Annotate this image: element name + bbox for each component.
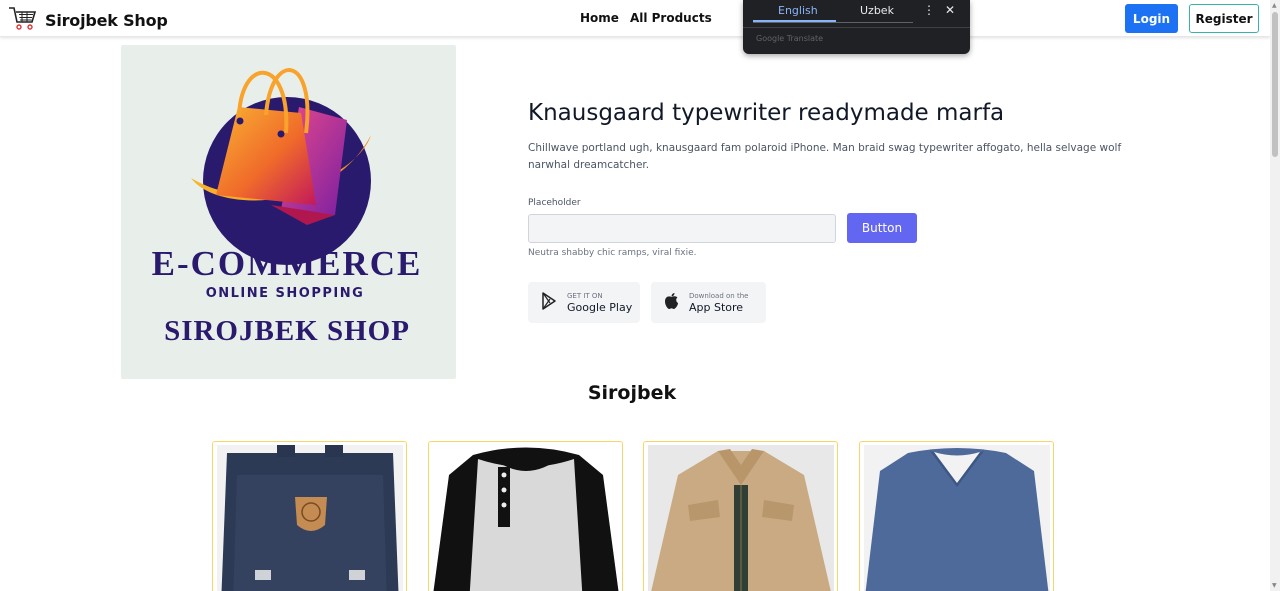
hero-submit-button[interactable]: Button (847, 213, 917, 243)
google-play-label: Google Play (567, 300, 633, 314)
ecommerce-logo: E-COMMERCE ONLINE SHOPPING SIROJBEK SHOP (152, 68, 423, 347)
logo-line-shop-name: SIROJBEK SHOP (164, 315, 410, 347)
register-button[interactable]: Register (1189, 4, 1259, 33)
field-label: Placeholder (528, 198, 581, 208)
app-store-button[interactable]: Download on the App Store (651, 282, 766, 323)
backpack-image[interactable] (217, 445, 403, 591)
navbar: Sirojbek Shop Home All Products Login Re… (0, 0, 1270, 37)
close-icon[interactable]: ✕ (945, 3, 955, 17)
henley-shirt-image[interactable] (433, 445, 619, 591)
scroll-down-arrow-icon[interactable]: ▼ (1272, 582, 1277, 589)
google-translate-popup: English Uzbek ⋮ ✕ Google Translate (743, 0, 970, 54)
hero-text-input[interactable] (528, 214, 836, 243)
google-play-icon (541, 291, 557, 314)
field-help-text: Neutra shabby chic ramps, viral fixie. (528, 248, 697, 258)
google-play-button[interactable]: GET IT ON Google Play (528, 282, 640, 323)
active-tab-indicator (753, 20, 836, 22)
product-card[interactable] (643, 441, 838, 591)
hero-title: Knausgaard typewriter readymade marfa (528, 100, 1005, 126)
tab-divider (753, 22, 913, 23)
nav-link-home[interactable]: Home (580, 11, 619, 25)
brand-name[interactable]: Sirojbek Shop (45, 11, 168, 30)
product-card[interactable] (212, 441, 407, 591)
hero-logo-image: E-COMMERCE ONLINE SHOPPING SIROJBEK SHOP (121, 45, 456, 379)
scroll-up-arrow-icon[interactable]: ▲ (1272, 2, 1277, 9)
nav-link-all-products[interactable]: All Products (630, 11, 712, 25)
section-title: Sirojbek (587, 382, 677, 404)
nav-links: Home All Products (580, 11, 712, 25)
page-scrollbar[interactable]: ▲ ▼ (1270, 0, 1280, 591)
brand[interactable]: Sirojbek Shop (8, 5, 168, 36)
google-translate-label: Google Translate (756, 34, 824, 43)
app-store-label: App Store (689, 300, 744, 314)
sweater-image[interactable] (864, 445, 1050, 591)
translate-tab-english[interactable]: English (778, 4, 818, 17)
popup-divider (743, 27, 970, 28)
app-store-text: Download on the App Store (689, 291, 748, 315)
logo-line-ecommerce: E-COMMERCE (152, 244, 423, 283)
apple-icon (664, 292, 679, 314)
logo-line-online-shopping: ONLINE SHOPPING (206, 286, 365, 301)
app-store-small-text: Download on the (689, 291, 749, 300)
hero-description: Chillwave portland ugh, knausgaard fam p… (528, 142, 1122, 171)
login-button[interactable]: Login (1125, 4, 1178, 33)
google-play-small-text: GET IT ON (567, 291, 603, 300)
google-play-text: GET IT ON Google Play (567, 291, 632, 315)
product-card[interactable] (859, 441, 1054, 591)
translate-tab-uzbek[interactable]: Uzbek (860, 4, 894, 17)
more-vert-icon[interactable]: ⋮ (923, 3, 935, 17)
scrollbar-thumb[interactable] (1272, 12, 1278, 157)
jacket-image[interactable] (648, 445, 834, 591)
product-card[interactable] (428, 441, 623, 591)
shopping-cart-icon (8, 5, 38, 36)
